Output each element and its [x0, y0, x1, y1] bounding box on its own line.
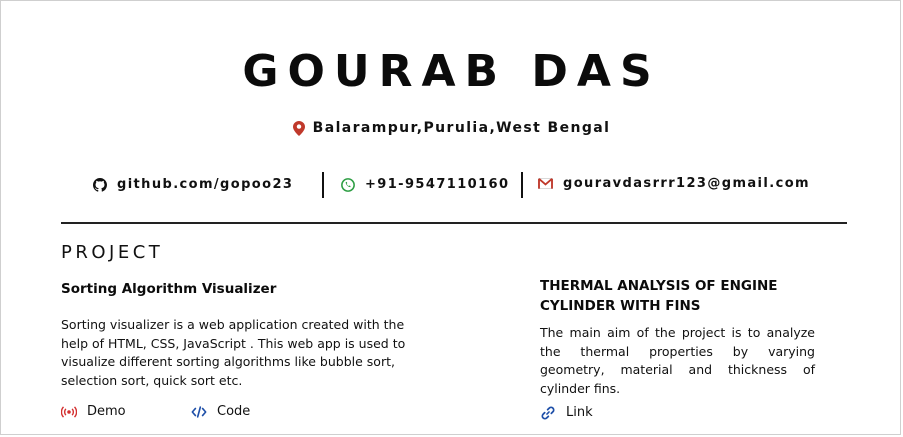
project-title: Sorting Algorithm Visualizer	[61, 281, 277, 297]
project-title: THERMAL ANALYSIS OF ENGINE CYLINDER WITH…	[540, 278, 778, 314]
project-link-label[interactable]: Link	[566, 405, 593, 420]
project-description: The main aim of the project is to analyz…	[540, 325, 815, 396]
phone-contact[interactable]: +91-9547110160	[341, 177, 509, 192]
demo-link-label[interactable]: Demo	[87, 404, 126, 419]
location: Balarampur,Purulia,West Bengal	[0, 120, 903, 136]
email-address[interactable]: gouravdasrrr123@gmail.com	[563, 176, 810, 191]
github-icon	[93, 177, 107, 192]
email-icon	[538, 178, 553, 189]
email-contact[interactable]: gouravdasrrr123@gmail.com	[538, 176, 810, 191]
project-link[interactable]: Link	[540, 405, 593, 420]
map-pin-icon	[292, 120, 305, 136]
github-link[interactable]: github.com/gopoo23	[117, 177, 293, 192]
github-contact[interactable]: github.com/gopoo23	[93, 177, 293, 192]
contact-bar: github.com/gopoo23 +91-9547110160 gourav…	[0, 172, 903, 198]
code-link-label[interactable]: Code	[217, 404, 250, 419]
contact-separator	[521, 172, 523, 198]
code-icon	[191, 405, 207, 418]
section-divider	[61, 222, 847, 224]
resume-name: GOURAB DAS	[242, 46, 661, 97]
broadcast-icon	[61, 405, 77, 418]
contact-separator	[322, 172, 324, 198]
section-title: PROJECT	[61, 242, 164, 263]
phone-number[interactable]: +91-9547110160	[365, 177, 509, 192]
code-link[interactable]: Code	[191, 404, 250, 419]
location-text: Balarampur,Purulia,West Bengal	[312, 120, 611, 136]
project-description: Sorting visualizer is a web application …	[61, 317, 406, 388]
phone-icon	[341, 177, 355, 192]
demo-link[interactable]: Demo	[61, 404, 126, 419]
link-icon	[541, 405, 555, 420]
